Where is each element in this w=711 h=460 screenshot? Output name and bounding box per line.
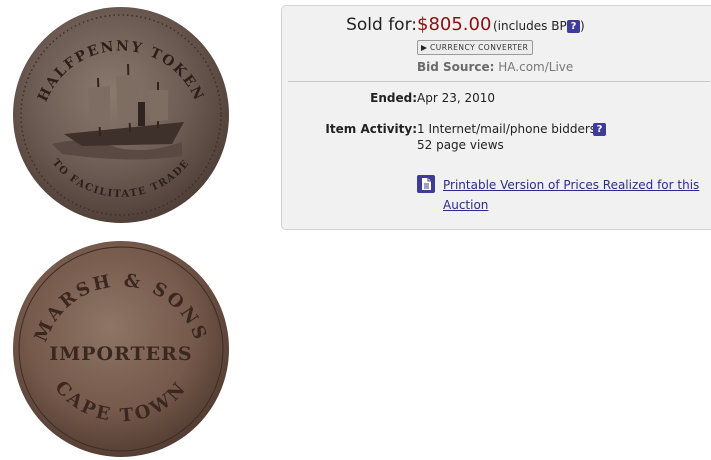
- ended-value: Apr 23, 2010: [417, 91, 496, 105]
- buyers-premium-note-close: ): [580, 19, 585, 33]
- coin-reverse-image[interactable]: MARSH & SONS IMPORTERS CAPE TOWN: [12, 240, 230, 458]
- currency-converter-button[interactable]: CURRENCY CONVERTER: [417, 40, 534, 55]
- panel-divider: [288, 81, 710, 82]
- page-views-count: 52 page views: [417, 138, 504, 152]
- bid-source-label: Bid Source:: [417, 60, 495, 74]
- ended-label: Ended:: [370, 91, 417, 105]
- buyers-premium-note: (includes BP: [493, 19, 567, 33]
- question-mark-icon[interactable]: ?: [593, 123, 606, 136]
- coin-obverse-image[interactable]: HALFPENNY TOKEN TO FACILITATE TRADE: [12, 6, 230, 224]
- item-activity-label: Item Activity:: [325, 122, 417, 136]
- arrow-right-icon: [421, 45, 427, 51]
- document-icon[interactable]: [417, 175, 435, 193]
- currency-converter-label: CURRENCY CONVERTER: [430, 43, 529, 52]
- bid-source-value: HA.com/Live: [498, 60, 574, 74]
- bid-source: Bid Source: HA.com/Live: [417, 60, 573, 74]
- printable-prices-realized-link[interactable]: Printable Version of Prices Realized for…: [443, 175, 703, 215]
- reverse-line-middle: IMPORTERS: [49, 343, 192, 365]
- sold-for-label: Sold for:: [346, 15, 417, 35]
- question-mark-icon[interactable]: ?: [567, 20, 580, 33]
- auction-info-panel: Sold for: $805.00 (includes BP ? ) CURRE…: [281, 5, 711, 230]
- sold-price: $805.00: [417, 14, 492, 35]
- bidders-count: 1 Internet/mail/phone bidders: [417, 122, 597, 136]
